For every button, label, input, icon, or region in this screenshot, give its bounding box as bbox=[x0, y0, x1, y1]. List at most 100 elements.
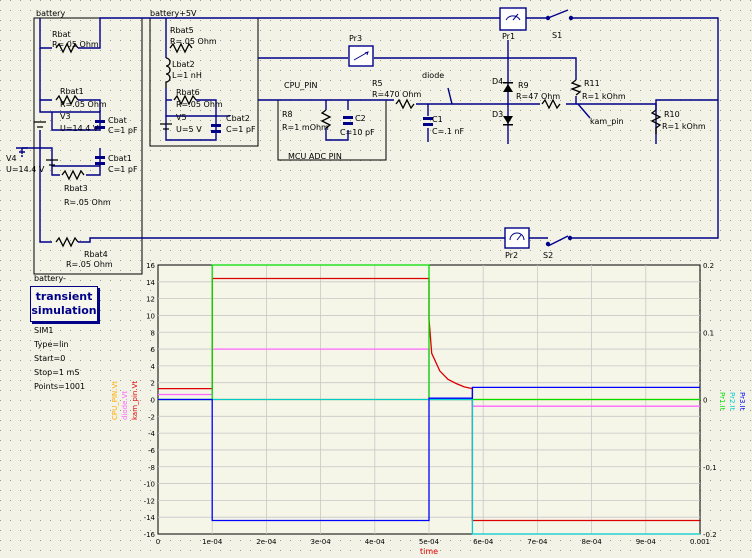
rbat1-name: Rbat1 bbox=[60, 87, 84, 96]
rbat1-value: R=.05 Ohm bbox=[60, 100, 107, 109]
right-axis-label: Pr3.It bbox=[738, 392, 746, 411]
v4-name: V4 bbox=[6, 154, 17, 163]
cbat1-name: Cbat1 bbox=[108, 154, 132, 163]
group-label-battery: battery bbox=[36, 9, 66, 18]
v5-value: U=5 V bbox=[176, 125, 202, 134]
group-label-battery-minus: battery- bbox=[34, 274, 66, 283]
v3-name: V3 bbox=[60, 112, 71, 121]
x-tick-label: 6e-04 bbox=[473, 538, 494, 546]
x-tick-label: 0.001 bbox=[690, 538, 710, 546]
s1-name: S1 bbox=[552, 31, 563, 40]
y-tick-label: 12 bbox=[146, 296, 155, 304]
rbat3-value: R=.05 Ohm bbox=[64, 198, 111, 207]
x-axis-label: time bbox=[420, 547, 438, 556]
x-tick-label: 2e-04 bbox=[256, 538, 277, 546]
r10-name: R10 bbox=[664, 110, 680, 119]
simulation-title-line1: transient bbox=[35, 290, 93, 303]
v4-value: U=14.4 V bbox=[6, 165, 45, 174]
cbat-value: C=1 pF bbox=[108, 126, 138, 135]
sim-param-2: Start=0 bbox=[34, 354, 66, 363]
x-tick-label: 1e-04 bbox=[202, 538, 223, 546]
y-tick-label: 4 bbox=[151, 363, 156, 371]
sim-param-0: SIM1 bbox=[34, 326, 54, 335]
c2-value: C=10 pF bbox=[340, 128, 375, 137]
left-axis-label: kam_pin.Vt bbox=[131, 381, 139, 420]
y-tick-label: 0 bbox=[151, 397, 155, 405]
cbat1-capacitor-icon bbox=[95, 156, 105, 159]
r9-name: R9 bbox=[518, 81, 529, 90]
group-label-mcu: MCU ADC PIN bbox=[288, 152, 342, 161]
cbat2-value: C=1 pF bbox=[226, 125, 256, 134]
y-tick-label: -2 bbox=[148, 413, 155, 421]
x-tick-label: 3e-04 bbox=[310, 538, 331, 546]
v5-name: V5 bbox=[176, 113, 187, 122]
cbat1-value: C=1 pF bbox=[108, 165, 138, 174]
y2-tick-label: -0.1 bbox=[703, 464, 717, 472]
lbat2-name: Lbat2 bbox=[172, 60, 195, 69]
y-tick-label: -8 bbox=[148, 464, 155, 472]
y-tick-label: 2 bbox=[151, 380, 155, 388]
sim-param-4: Points=1001 bbox=[34, 382, 86, 391]
net-label-diode: diode bbox=[422, 71, 445, 80]
left-axis-label: CPU_PIN.Vt bbox=[111, 381, 119, 420]
transient-plot[interactable]: 0 1e-04 2e-04 3e-04 4e-04 5e-04 6e-04 7e-04 8e-0… bbox=[111, 262, 746, 556]
r9-value: R=47 Ohm bbox=[516, 92, 561, 101]
r8-value: R=1 mOhm bbox=[282, 123, 329, 132]
x-tick-label: 9e-04 bbox=[636, 538, 657, 546]
pr2-name: Pr2 bbox=[505, 251, 519, 260]
v3-value: U=14.4 V bbox=[60, 124, 99, 133]
right-axis-label: Pr2.It bbox=[728, 392, 736, 411]
group-label-battery5v: battery+5V bbox=[150, 9, 197, 18]
rbat5-value: R=.05 Ohm bbox=[170, 37, 217, 46]
c2-capacitor-icon bbox=[343, 116, 353, 119]
r5-name: R5 bbox=[372, 79, 383, 88]
y-tick-label: 16 bbox=[146, 262, 155, 270]
y2-tick-label: 0 bbox=[703, 397, 707, 405]
net-label-kam-pin: kam_pin bbox=[590, 117, 624, 126]
x-tick-label: 5e-04 bbox=[419, 538, 440, 546]
rbat-value: R=.05 Ohm bbox=[52, 40, 99, 49]
x-tick-label: 4e-04 bbox=[365, 538, 386, 546]
x-tick-label: 8e-04 bbox=[581, 538, 602, 546]
rbat5-name: Rbat5 bbox=[170, 26, 194, 35]
cbat-capacitor-icon bbox=[95, 120, 105, 123]
s2-name: S2 bbox=[543, 251, 554, 260]
simulation-title-line2: simulation bbox=[31, 304, 97, 317]
pr1-name: Pr1 bbox=[502, 32, 516, 41]
simulation-block[interactable]: transient simulation bbox=[30, 286, 98, 322]
x-tick-label: 7e-04 bbox=[527, 538, 548, 546]
r5-value: R=470 Ohm bbox=[372, 90, 422, 99]
net-label-cpu-pin: CPU_PIN bbox=[284, 81, 318, 90]
y-tick-label: 6 bbox=[151, 346, 156, 354]
y2-tick-label: 0.1 bbox=[703, 329, 714, 337]
y-tick-label: 10 bbox=[146, 312, 155, 320]
y-tick-label: -16 bbox=[144, 531, 156, 539]
d3-name: D3 bbox=[492, 110, 504, 119]
y2-tick-label: -0.2 bbox=[703, 531, 717, 539]
y-tick-label: -12 bbox=[144, 497, 155, 505]
rbat4-value: R=.05 Ohm bbox=[66, 260, 113, 269]
pr3-name: Pr3 bbox=[349, 34, 363, 43]
pr1-probe-icon bbox=[499, 7, 527, 31]
cbat-name: Cbat bbox=[108, 116, 127, 125]
rbat-name: Rbat bbox=[52, 30, 71, 39]
cbat2-capacitor-icon bbox=[211, 124, 221, 127]
rbat4-name: Rbat4 bbox=[84, 250, 108, 259]
sim-param-1: Type=lin bbox=[34, 340, 69, 349]
y-tick-label: 8 bbox=[151, 329, 155, 337]
y-tick-label: 14 bbox=[146, 279, 155, 287]
pr2-probe-icon bbox=[504, 227, 530, 249]
right-axis-label: Pr1.It bbox=[718, 392, 726, 411]
left-axis-label: diode.Vt bbox=[121, 391, 129, 420]
sim-param-3: Stop=1 mS bbox=[34, 368, 80, 377]
c1-name: C1 bbox=[432, 115, 443, 124]
rbat6-name: Rbat6 bbox=[176, 88, 200, 97]
lbat2-value: L=1 nH bbox=[172, 71, 202, 80]
x-tick-label: 0 bbox=[156, 538, 160, 546]
r11-name: R11 bbox=[584, 79, 600, 88]
y2-tick-label: 0.2 bbox=[703, 262, 714, 270]
d4-name: D4 bbox=[492, 77, 504, 86]
rbat3-name: Rbat3 bbox=[64, 184, 88, 193]
cbat2-name: Cbat2 bbox=[226, 114, 250, 123]
r8-name: R8 bbox=[282, 110, 293, 119]
